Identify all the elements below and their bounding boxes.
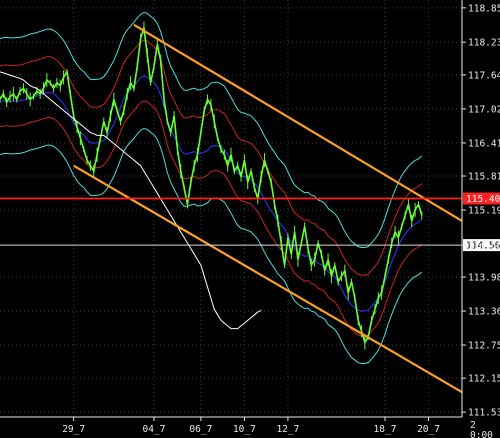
trend-lines [73, 23, 463, 394]
y-tick-label: 113.983 [468, 273, 500, 284]
y-tick-label: 115.197 [468, 206, 500, 217]
y-tick-label: 116.413 [468, 138, 500, 149]
chart-window: 115.406 114.562 118.858 118.236 117.644 117.… [0, 0, 500, 438]
y-tick-label: 117.644 [468, 70, 500, 81]
y-tick-label: 112.153 [468, 374, 500, 385]
trend-line-0 [133, 23, 463, 222]
x-tick-label: 10_7 [233, 424, 256, 435]
x-tick-label: 18_7 [374, 424, 397, 435]
y-tick-label: 112.753 [468, 341, 500, 352]
envelope-bands [0, 12, 423, 364]
x-tick-label: 12_7 [276, 424, 299, 435]
y-tick-label: 118.858 [468, 3, 500, 14]
grid [0, 0, 462, 417]
y-tick-label: 118.236 [468, 38, 500, 49]
y-tick-label: 111.538 [468, 408, 500, 419]
outer-upper-band [0, 12, 423, 248]
level-tag-label-0: 115.406 [466, 194, 500, 205]
y-tick-label: 115.813 [468, 172, 500, 183]
y-tick-label: 113.368 [468, 307, 500, 318]
horizontal-levels: 115.406 114.562 [0, 192, 500, 252]
axes: 118.858 118.236 117.644 117.028 116.413 115.8… [0, 0, 500, 438]
x-tick-label: 29_7 [62, 424, 85, 435]
x-tick-label: 20_7 [417, 424, 440, 435]
x-tick-label: 04_7 [143, 424, 166, 435]
price-chart[interactable]: 115.406 114.562 118.858 118.236 117.644 117.… [0, 0, 500, 438]
y-tick-label: 117.028 [468, 104, 500, 115]
x-tick-label-end-time: 0:00 [470, 430, 493, 438]
y-tick-label: 114.562 [468, 241, 500, 252]
x-tick-label: 06_7 [189, 424, 212, 435]
inner-lower-band [0, 100, 423, 337]
